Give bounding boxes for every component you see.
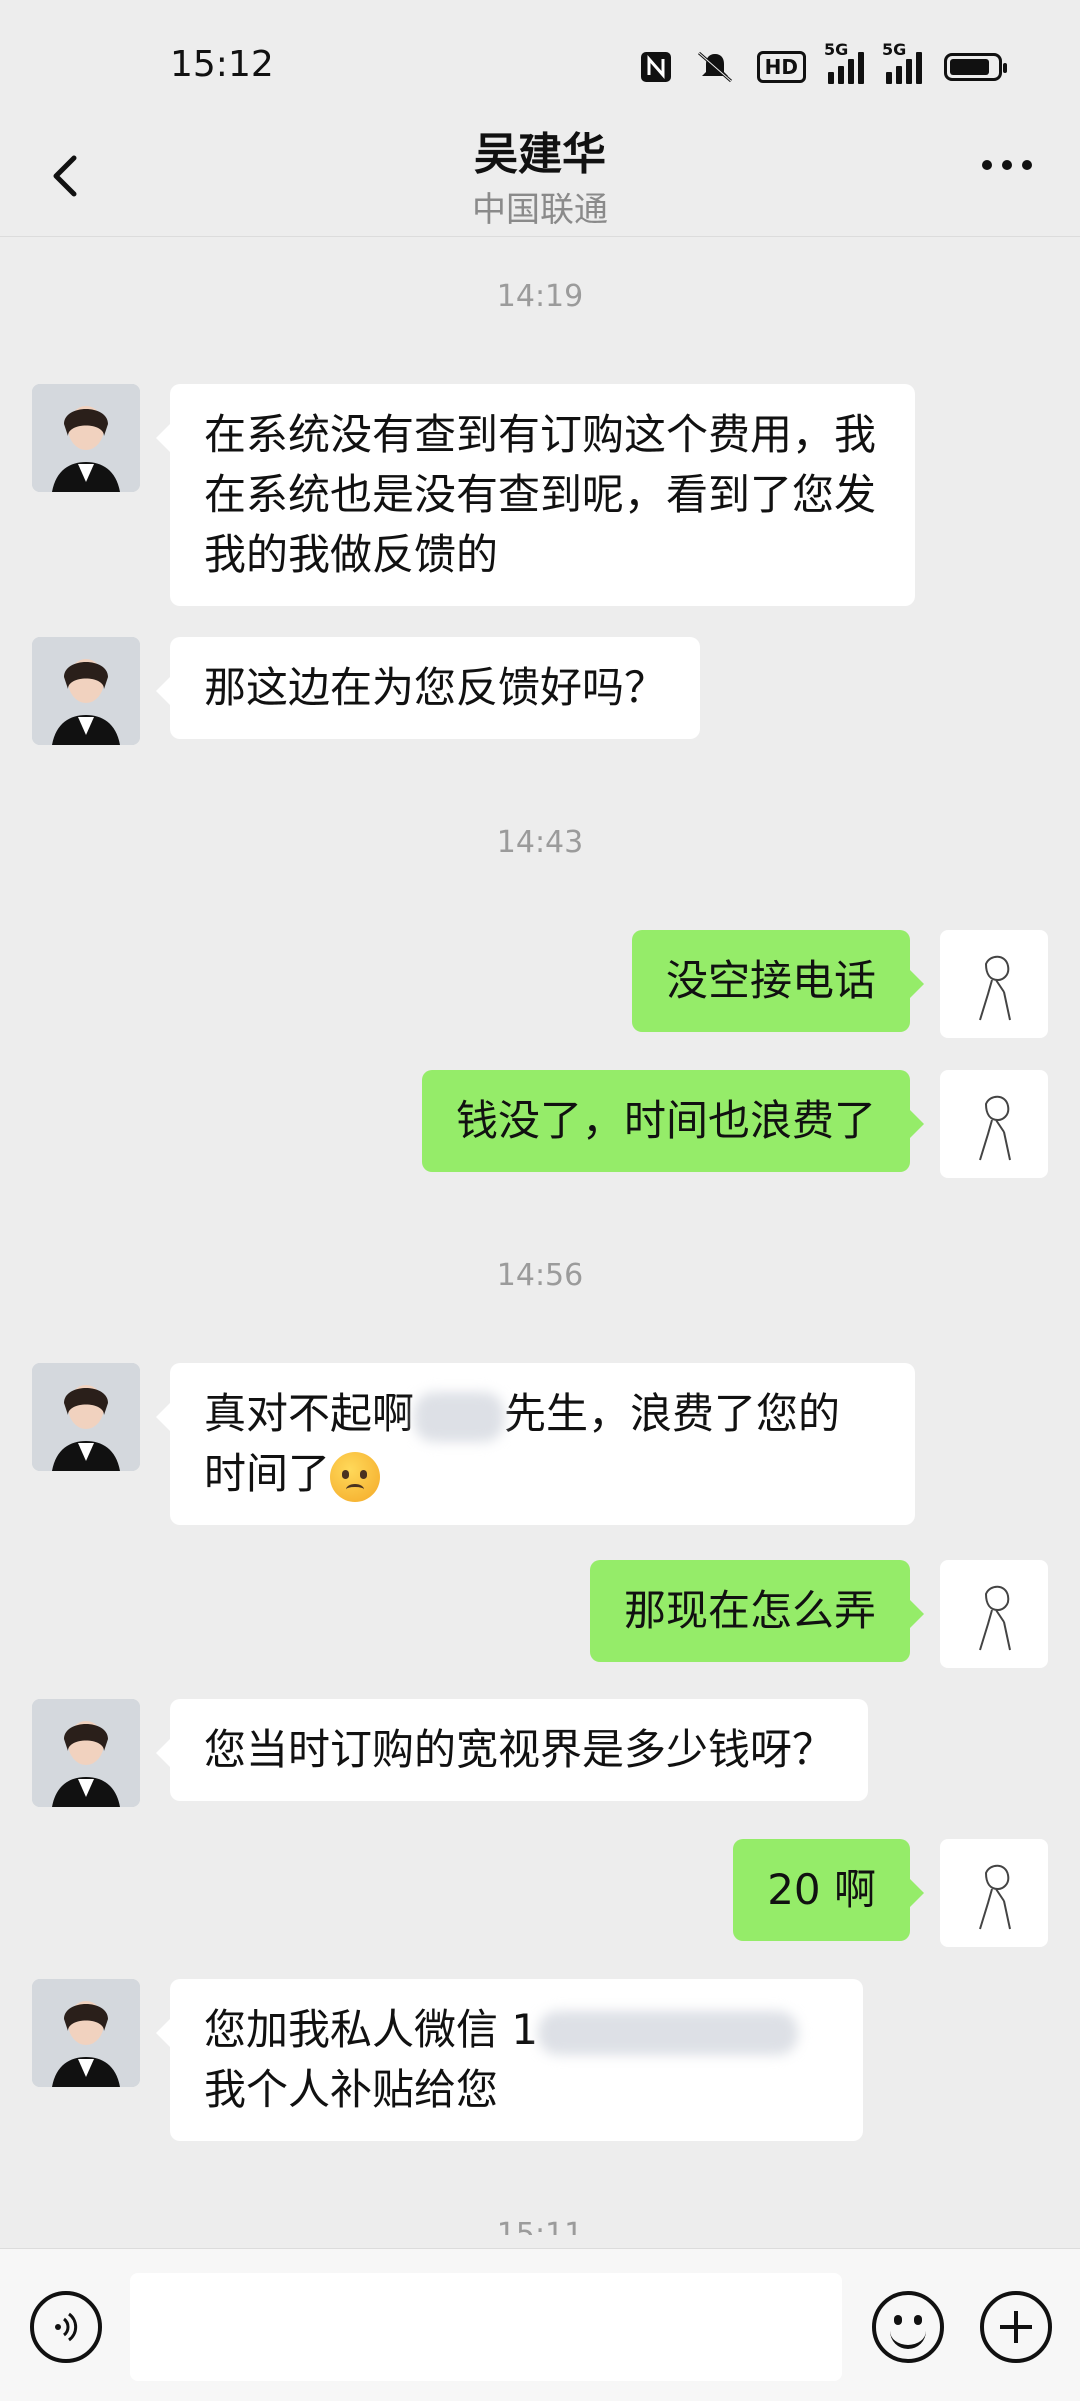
chat-header: 吴建华 中国联通 (0, 110, 1080, 237)
more-dots-icon[interactable] (982, 160, 1032, 170)
contact-name: 吴建华 (474, 129, 606, 180)
message-bubble-incoming[interactable]: 您加我私人微信 1 我个人补贴给您 (156, 1979, 863, 2141)
message-text: 我个人补贴给您 (204, 2065, 499, 2114)
redacted-name (414, 1391, 505, 1442)
status-icons: HD 5G 5G (639, 40, 1007, 84)
message-text: 真对不起啊 (204, 1389, 415, 1438)
avatar[interactable] (32, 1699, 140, 1807)
avatar-self[interactable] (940, 1070, 1048, 1178)
avatar-self[interactable] (940, 1839, 1048, 1947)
message-bubble-incoming[interactable]: 您当时订购的宽视界是多少钱呀？ (155, 1699, 869, 1801)
nfc-icon (639, 50, 673, 84)
worried-face-emoji (330, 1451, 381, 1502)
mute-icon (695, 50, 735, 84)
voice-input-icon[interactable] (30, 2291, 102, 2363)
avatar[interactable] (32, 637, 140, 745)
status-time: 15:12 (170, 44, 274, 85)
input-bar (0, 2248, 1080, 2401)
battery-fill (950, 59, 989, 75)
message-bubble-outgoing[interactable]: 那现在怎么弄 (589, 1560, 925, 1662)
message-bubble-outgoing[interactable]: 20 啊 (733, 1839, 924, 1941)
message-bubble-outgoing[interactable]: 钱没了，时间也浪费了 (421, 1070, 925, 1172)
plus-icon[interactable] (980, 2291, 1052, 2363)
message-bubble-incoming[interactable]: 在系统没有查到有订购这个费用，我在系统也是没有查到呢，看到了您发我的我做反馈的 (156, 384, 915, 606)
avatar-self[interactable] (940, 930, 1048, 1038)
hd-voice-icon: HD (756, 50, 806, 84)
avatar[interactable] (32, 384, 140, 492)
avatar[interactable] (32, 1979, 140, 2087)
contact-org: 中国联通 (472, 190, 608, 230)
avatar[interactable] (32, 1363, 140, 1471)
timestamp: 14:56 (496, 1258, 584, 1293)
timestamp: 14:19 (496, 279, 584, 314)
message-bubble-outgoing[interactable]: 没空接电话 (631, 930, 925, 1032)
redacted-number (538, 2010, 799, 2055)
chat-messages[interactable]: 14:19 在系统没有查到有订购这个费用，我在系统也是没有查到呢，看到了您发我的… (0, 237, 1080, 2235)
message-bubble-incoming[interactable]: 真对不起啊 先生，浪费了您的时间了 (156, 1363, 915, 1525)
message-text: 您加我私人微信 1 (204, 2005, 539, 2054)
battery-icon (944, 53, 1007, 81)
signal-5g-icon: 5G (824, 40, 864, 84)
message-input[interactable] (130, 2273, 842, 2381)
signal-5g-icon: 5G (882, 40, 922, 84)
timestamp: 15:11 (496, 2217, 584, 2235)
timestamp: 14:43 (496, 825, 584, 860)
message-bubble-incoming[interactable]: 那这边在为您反馈好吗？ (155, 637, 701, 739)
emoji-icon[interactable] (872, 2291, 944, 2363)
avatar-self[interactable] (940, 1560, 1048, 1668)
